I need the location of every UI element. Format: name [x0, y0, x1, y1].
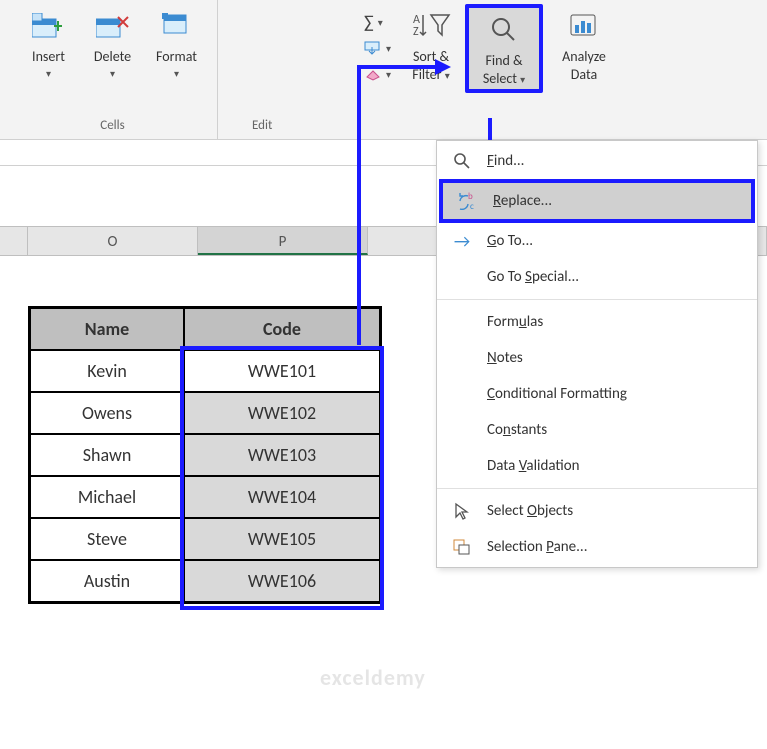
chevron-down-icon: ▾	[174, 68, 179, 81]
sort-filter-button[interactable]: A Z Sort &Filter ▾	[401, 4, 461, 85]
col-header-blank[interactable]	[0, 227, 28, 255]
cursor-icon	[451, 501, 473, 521]
table-header-code[interactable]: Code	[184, 308, 380, 350]
find-select-dropdown: Find... b c Replace... → Go To... Go To …	[436, 140, 758, 568]
menu-goto[interactable]: → Go To...	[437, 223, 757, 259]
format-icon	[162, 8, 192, 44]
menu-notes[interactable]: Notes	[437, 340, 757, 376]
delete-label: Delete	[94, 48, 131, 66]
menu-formulas[interactable]: Formulas	[437, 304, 757, 340]
watermark: exceldemy	[320, 664, 426, 691]
chevron-down-icon: ▾	[110, 68, 115, 81]
cell-name[interactable]: Michael	[30, 476, 184, 518]
edit-group-label: Edit	[226, 114, 759, 139]
analyze-data-button[interactable]: AnalyzeData	[547, 4, 621, 85]
cell-code[interactable]: WWE104	[184, 476, 380, 518]
selection-pane-icon	[451, 537, 473, 557]
svg-text:c: c	[470, 201, 474, 210]
table-row: Steve WWE105	[30, 518, 380, 560]
cell-code[interactable]: WWE101	[184, 350, 380, 392]
editing-group: ∑ ▾ ▾ ▾	[218, 0, 767, 139]
format-label: Format	[156, 48, 197, 66]
magnifier-icon	[451, 151, 473, 171]
table-row: Michael WWE104	[30, 476, 380, 518]
menu-selection-pane-label: Selection Pane...	[487, 538, 587, 556]
ribbon: Insert ▾ Delete ▾	[0, 0, 767, 140]
delete-cells-icon	[96, 8, 130, 44]
delete-button[interactable]: Delete ▾	[83, 4, 143, 82]
chevron-down-icon: ▾	[378, 16, 383, 29]
clear-button[interactable]: ▾	[364, 64, 391, 84]
menu-data-validation-label: Data Validation	[487, 457, 580, 475]
fill-button[interactable]: ▾	[364, 38, 391, 58]
autosum-button[interactable]: ∑ ▾	[364, 12, 391, 32]
fill-down-icon	[364, 41, 382, 55]
cell-name[interactable]: Austin	[30, 560, 184, 602]
insert-label: Insert	[32, 48, 65, 66]
col-header-P[interactable]: P	[198, 227, 368, 255]
analyze-data-icon	[569, 8, 599, 44]
menu-constants[interactable]: Constants	[437, 412, 757, 448]
cells-group-label: Cells	[16, 114, 209, 139]
menu-data-validation[interactable]: Data Validation	[437, 448, 757, 484]
cells-group: Insert ▾ Delete ▾	[8, 0, 218, 139]
menu-find[interactable]: Find...	[437, 143, 757, 179]
cell-name[interactable]: Steve	[30, 518, 184, 560]
sort-filter-icon: A Z	[411, 8, 451, 44]
menu-select-objects[interactable]: Select Objects	[437, 493, 757, 529]
menu-find-label: Find...	[487, 152, 524, 170]
table-row: Shawn WWE103	[30, 434, 380, 476]
menu-separator	[437, 299, 757, 300]
table-row: Owens WWE102	[30, 392, 380, 434]
cell-code[interactable]: WWE106	[184, 560, 380, 602]
menu-cond-format[interactable]: Conditional Formatting	[437, 376, 757, 412]
insert-button[interactable]: Insert ▾	[19, 4, 79, 82]
goto-arrow-icon: →	[451, 231, 473, 251]
find-select-label: Find &Select ▾	[483, 52, 525, 87]
cell-name[interactable]: Shawn	[30, 434, 184, 476]
eraser-icon	[364, 67, 382, 81]
menu-select-objects-label: Select Objects	[487, 502, 573, 520]
menu-replace-label: Replace...	[493, 192, 552, 210]
cell-name[interactable]: Owens	[30, 392, 184, 434]
menu-replace[interactable]: b c Replace...	[439, 179, 755, 223]
analyze-data-label: AnalyzeData	[562, 48, 606, 83]
find-select-button[interactable]: Find &Select ▾	[465, 4, 543, 93]
col-header-O[interactable]: O	[28, 227, 198, 255]
format-button[interactable]: Format ▾	[147, 4, 207, 82]
menu-constants-label: Constants	[487, 421, 547, 439]
menu-separator	[437, 488, 757, 489]
table-row: Kevin WWE101	[30, 350, 380, 392]
insert-cells-icon	[32, 8, 66, 44]
menu-selection-pane[interactable]: Selection Pane...	[437, 529, 757, 565]
menu-notes-label: Notes	[487, 349, 523, 367]
menu-goto-label: Go To...	[487, 232, 533, 250]
chevron-down-icon: ▾	[386, 42, 391, 55]
menu-formulas-label: Formulas	[487, 313, 543, 331]
magnifier-icon	[490, 12, 518, 48]
sigma-icon: ∑	[364, 11, 374, 33]
menu-goto-special-label: Go To Special...	[487, 268, 579, 286]
chevron-down-icon: ▾	[46, 68, 51, 81]
table-row: Austin WWE106	[30, 560, 380, 602]
table-header-name[interactable]: Name	[30, 308, 184, 350]
sort-filter-label: Sort &Filter ▾	[412, 48, 449, 83]
chevron-down-icon: ▾	[386, 68, 391, 81]
data-table: Name Code Kevin WWE101 Owens WWE102 Shaw…	[28, 306, 382, 604]
replace-icon: b c	[457, 191, 479, 211]
cell-code[interactable]: WWE102	[184, 392, 380, 434]
menu-cond-format-label: Conditional Formatting	[487, 385, 627, 403]
cell-code[interactable]: WWE105	[184, 518, 380, 560]
cell-code[interactable]: WWE103	[184, 434, 380, 476]
cell-name[interactable]: Kevin	[30, 350, 184, 392]
menu-goto-special[interactable]: Go To Special...	[437, 259, 757, 295]
svg-text:Z: Z	[413, 25, 419, 39]
